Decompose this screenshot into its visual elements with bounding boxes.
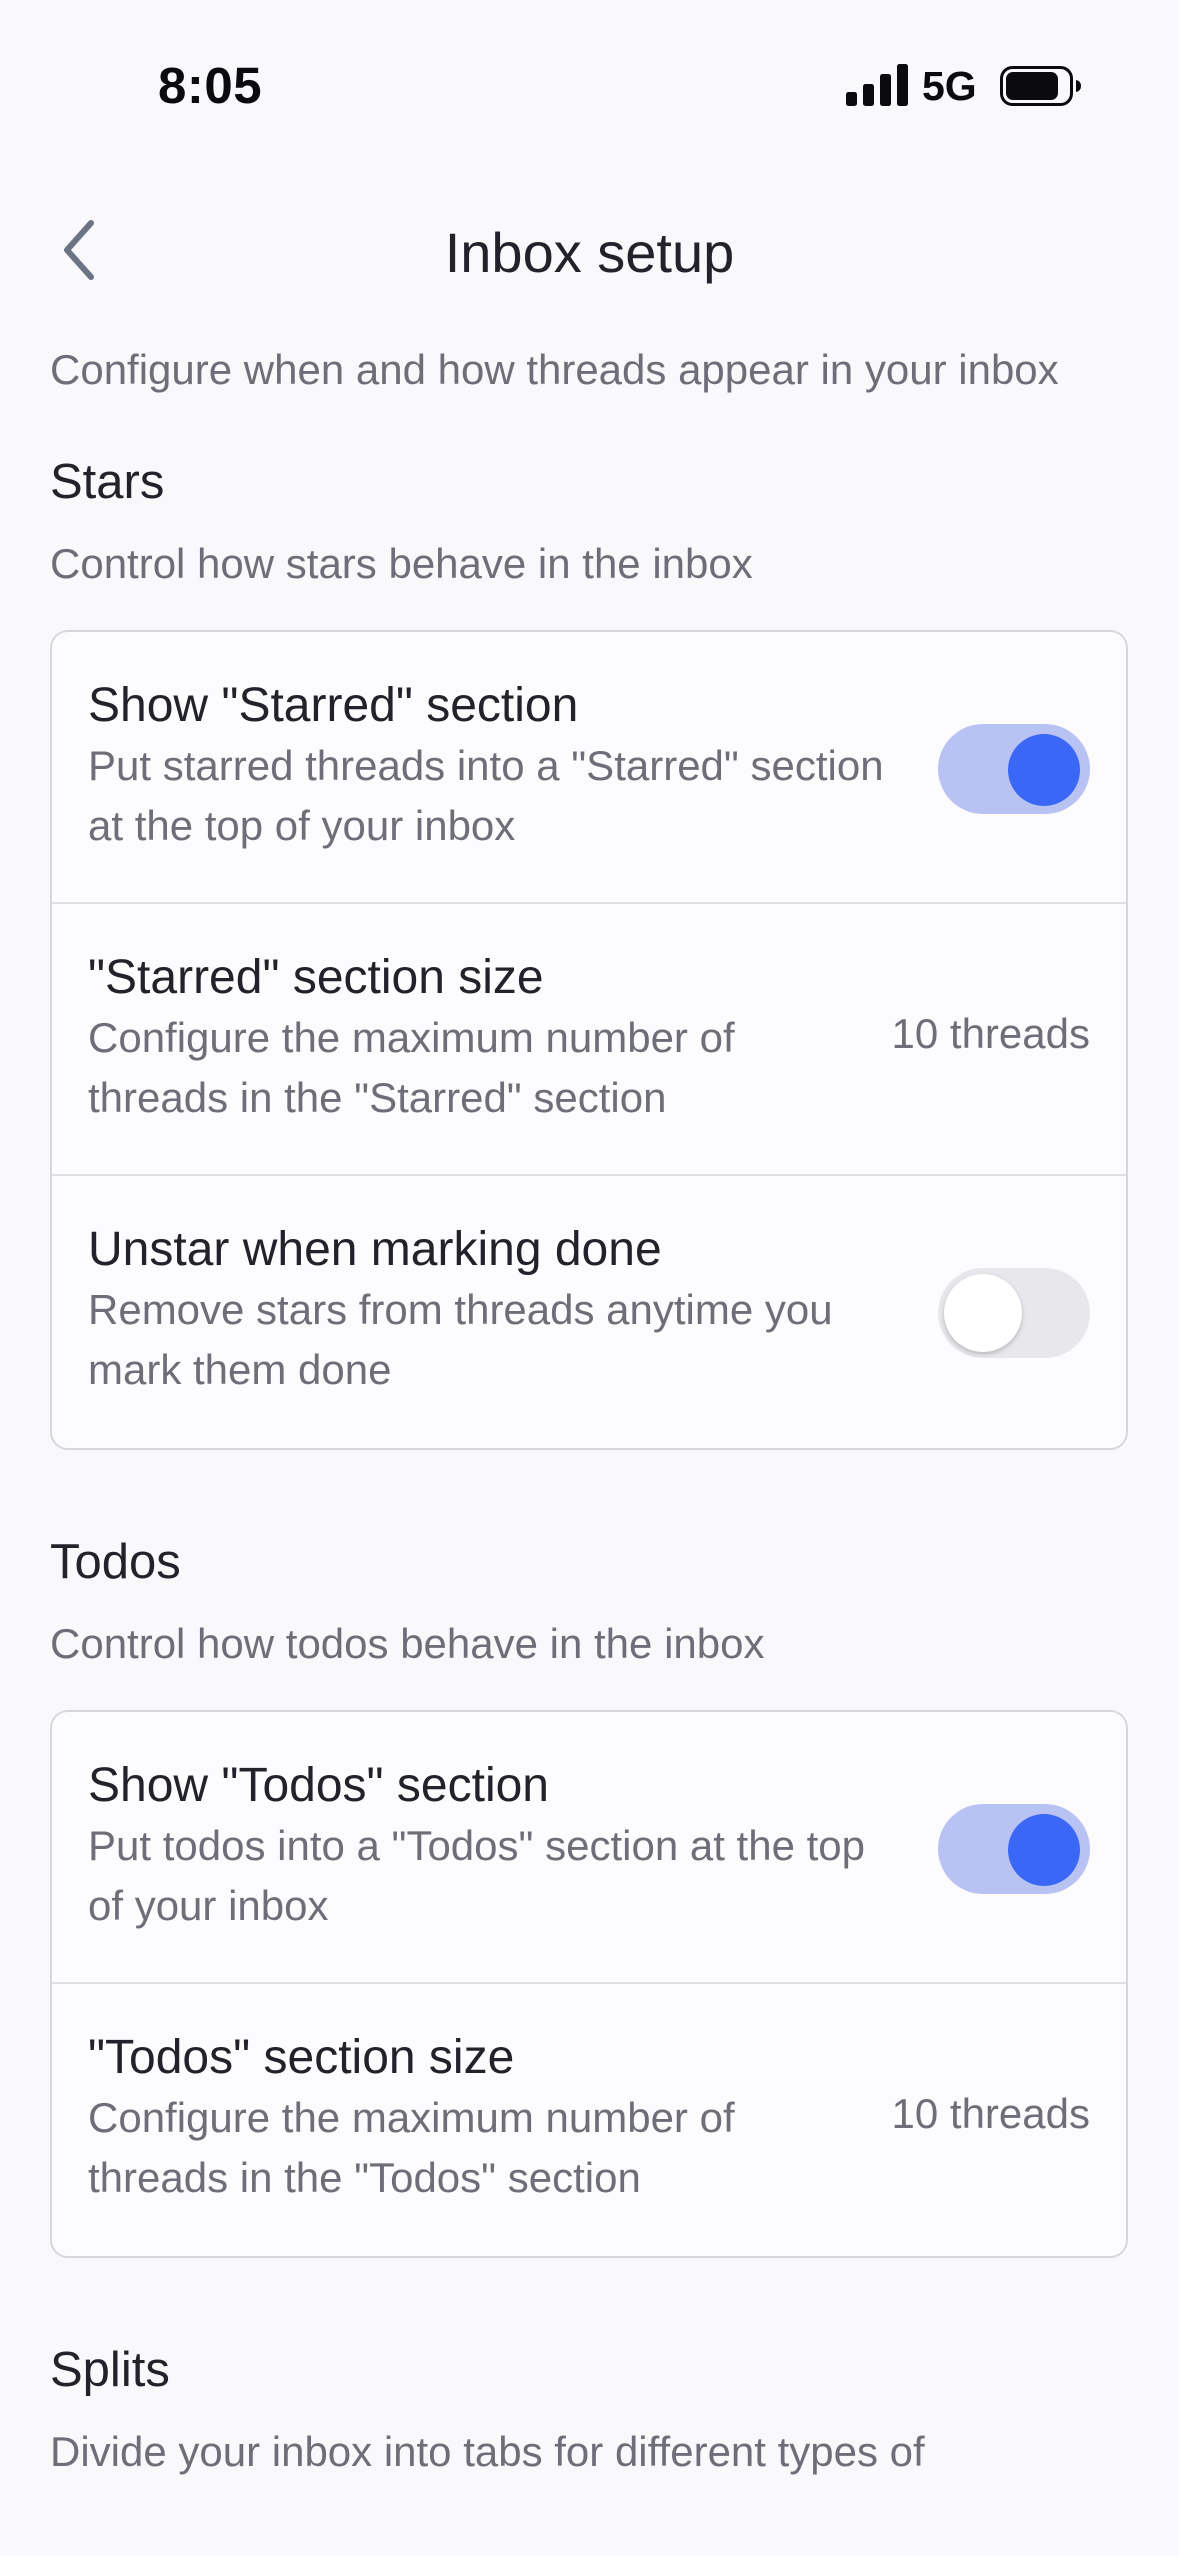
battery-icon [1000, 66, 1081, 106]
todos-settings-card: Show "Todos" section Put todos into a "T… [50, 1710, 1128, 2258]
section-heading-splits: Splits [50, 2343, 170, 2397]
setting-row-todos-size[interactable]: "Todos" section size Configure the maxim… [52, 1984, 1126, 2256]
setting-row-show-starred: Show "Starred" section Put starred threa… [52, 632, 1126, 904]
setting-subtitle: Remove stars from threads anytime you ma… [88, 1286, 833, 1393]
toggle-knob [1008, 1814, 1080, 1886]
section-description-stars: Control how stars behave in the inbox [50, 540, 753, 587]
stars-section: Stars Control how stars behave in the in… [50, 452, 1130, 1450]
setting-subtitle: Configure the maximum number of threads … [88, 2094, 735, 2201]
section-description-splits: Divide your inbox into tabs for differen… [50, 2428, 925, 2475]
setting-title: "Todos" section size [88, 2031, 515, 2084]
section-heading-todos: Todos [50, 1535, 181, 1589]
toggle-knob [1008, 734, 1080, 806]
setting-text: Unstar when marking done Remove stars fr… [88, 1220, 908, 1400]
unstar-when-done-toggle[interactable] [938, 1268, 1090, 1358]
setting-title: Show "Todos" section [88, 1759, 549, 1812]
show-todos-toggle[interactable] [938, 1804, 1090, 1894]
setting-row-show-todos: Show "Todos" section Put todos into a "T… [52, 1712, 1126, 1984]
todos-size-value[interactable]: 10 threads [892, 2090, 1090, 2138]
setting-text: Show "Todos" section Put todos into a "T… [88, 1756, 908, 1936]
starred-size-value[interactable]: 10 threads [892, 1010, 1090, 1058]
setting-subtitle: Configure the maximum number of threads … [88, 1014, 735, 1121]
setting-text: Show "Starred" section Put starred threa… [88, 676, 908, 856]
stars-settings-card: Show "Starred" section Put starred threa… [50, 630, 1128, 1450]
status-bar: 8:05 5G [0, 0, 1179, 170]
page-title: Inbox setup [444, 221, 735, 284]
network-type-label: 5G [922, 63, 977, 109]
status-time: 8:05 [158, 57, 263, 114]
setting-title: Unstar when marking done [88, 1223, 662, 1276]
cellular-signal-icon [846, 64, 908, 106]
show-starred-toggle[interactable] [938, 724, 1090, 814]
setting-text: "Starred" section size Configure the max… [88, 948, 848, 1128]
section-description-todos: Control how todos behave in the inbox [50, 1620, 765, 1667]
toggle-knob [944, 1274, 1022, 1352]
setting-title: Show "Starred" section [88, 679, 579, 732]
settings-content: Configure when and how threads appear in… [50, 340, 1130, 2482]
section-heading-stars: Stars [50, 455, 165, 509]
splits-section: Splits Divide your inbox into tabs for d… [50, 2340, 1130, 2482]
setting-text: "Todos" section size Configure the maxim… [88, 2028, 848, 2208]
navigation-header: Inbox setup [0, 190, 1179, 310]
setting-title: "Starred" section size [88, 951, 544, 1004]
todos-section: Todos Control how todos behave in the in… [50, 1532, 1130, 2258]
setting-subtitle: Put starred threads into a "Starred" sec… [88, 742, 884, 849]
setting-row-unstar-done: Unstar when marking done Remove stars fr… [52, 1176, 1126, 1448]
setting-row-starred-size[interactable]: "Starred" section size Configure the max… [52, 904, 1126, 1176]
intro-text: Configure when and how threads appear in… [50, 346, 1059, 393]
setting-subtitle: Put todos into a "Todos" section at the … [88, 1822, 865, 1929]
